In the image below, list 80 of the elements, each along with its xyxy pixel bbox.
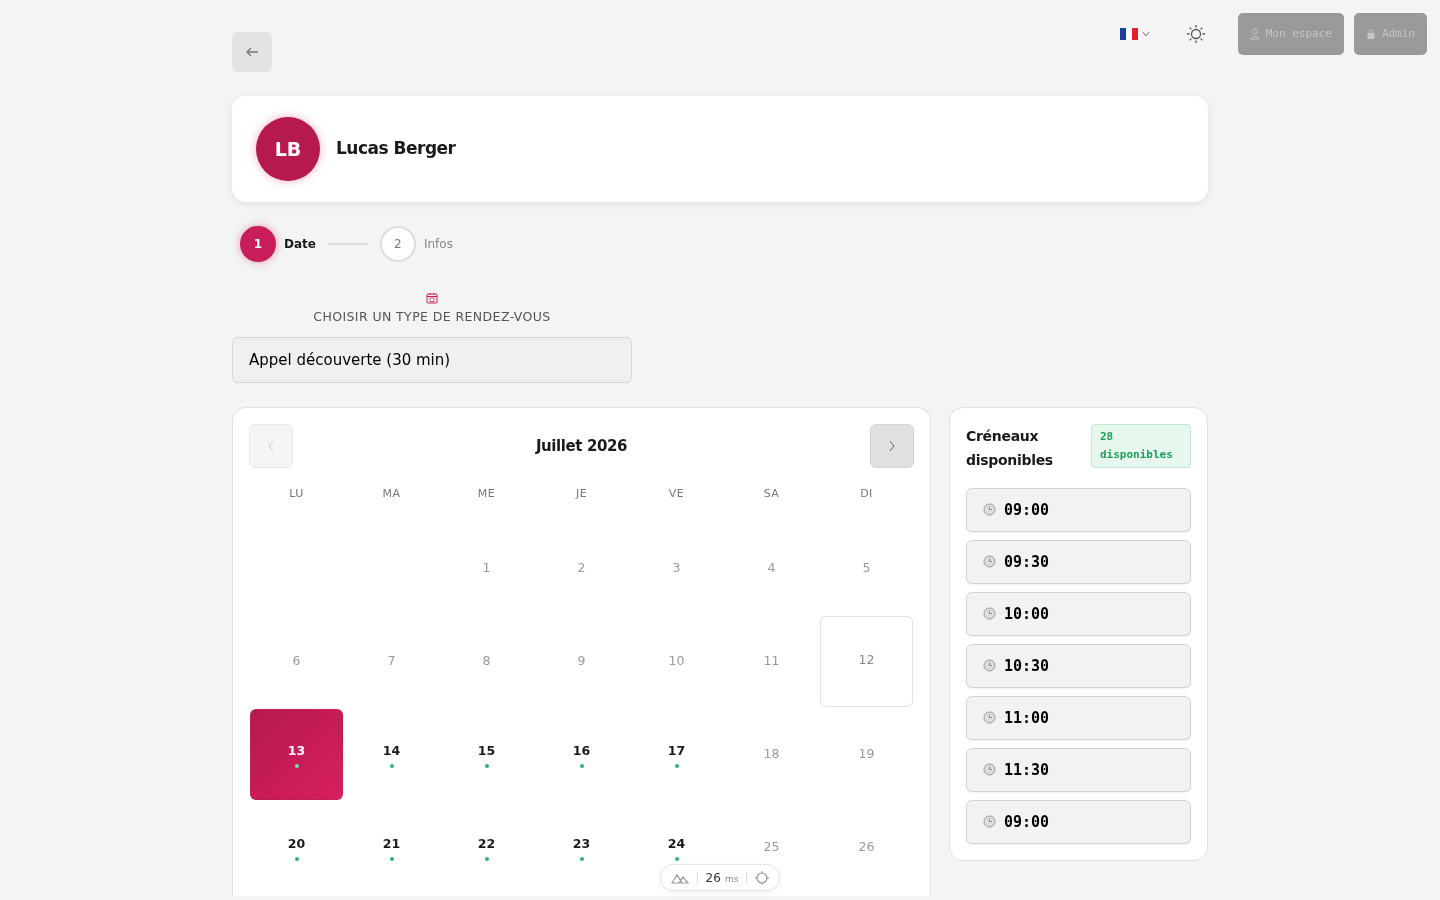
appointment-type-select[interactable]: Appel découverte (30 min): [232, 336, 632, 383]
availability-dot: [389, 763, 394, 768]
avatar: LB: [256, 117, 320, 181]
calendar-day[interactable]: 18: [725, 709, 818, 801]
clock-icon: [983, 555, 996, 569]
timing-value: 26: [705, 869, 721, 887]
step-label: Date: [284, 236, 316, 253]
chevron-right-icon: [888, 439, 896, 452]
clock-icon: [983, 711, 996, 725]
calendar-day[interactable]: 2: [535, 523, 628, 615]
user-icon: [1249, 28, 1260, 40]
calendar-day[interactable]: 9: [535, 616, 628, 708]
weekday-label: JE: [574, 485, 589, 502]
availability-dot: [579, 856, 584, 861]
profile-name: Lucas Berger: [336, 137, 456, 161]
calendar-day[interactable]: 26: [820, 802, 913, 894]
lock-icon: [1365, 28, 1376, 40]
time-slot-button[interactable]: 10:00: [966, 591, 1191, 636]
calendar-day[interactable]: 21: [345, 802, 438, 894]
step-number: 2: [379, 226, 416, 262]
flag-icon: [1119, 28, 1138, 40]
next-month-button[interactable]: [870, 423, 914, 468]
clock-icon: [983, 607, 996, 621]
calendar-day[interactable]: 22: [440, 802, 533, 894]
time-slot-button[interactable]: 10:30: [966, 643, 1191, 688]
calendar-day[interactable]: 11: [725, 616, 818, 708]
calendar-day[interactable]: 14: [345, 709, 438, 801]
time-slot-button[interactable]: 09:30: [966, 539, 1191, 584]
calendar-day[interactable]: 16: [535, 709, 628, 801]
step-label: Infos: [423, 236, 453, 253]
availability-dot: [579, 763, 584, 768]
calendar-day[interactable]: 1: [440, 523, 533, 615]
calendar-day[interactable]: 7: [345, 616, 438, 708]
sun-icon: [1185, 24, 1206, 44]
calendar-day[interactable]: 20: [250, 802, 343, 894]
calendar-day[interactable]: 17: [630, 709, 723, 801]
calendar-day[interactable]: 6: [250, 616, 343, 708]
calendar-day[interactable]: 8: [440, 616, 533, 708]
calendar-day[interactable]: 15: [440, 709, 533, 801]
time-slot-button[interactable]: 09:00: [966, 799, 1191, 844]
step-number: 1: [240, 226, 276, 262]
month-title: Juillet 2026: [535, 435, 628, 457]
availability-dot: [674, 763, 679, 768]
calendar-day[interactable]: 12: [820, 616, 913, 708]
availability-dot: [484, 856, 489, 861]
weekday-label: SA: [762, 485, 781, 502]
availability-dot: [484, 763, 489, 768]
clock-icon: [983, 659, 996, 673]
calendar-day[interactable]: 13: [250, 709, 343, 801]
time-slot-button[interactable]: 11:30: [966, 747, 1191, 792]
time-slot-button[interactable]: 11:00: [966, 695, 1191, 740]
weekday-label: MA: [381, 485, 402, 502]
availability-dot: [389, 856, 394, 861]
calendar-day[interactable]: 19: [820, 709, 913, 801]
weekday-label: LU: [288, 485, 305, 502]
calendar-icon: [426, 292, 438, 304]
panel-title: Créneaux disponibles: [966, 426, 1054, 470]
clock-icon: [983, 815, 996, 829]
weekday-label: VE: [667, 485, 686, 502]
calendar-day[interactable]: 5: [820, 523, 913, 615]
count-badge: 28 disponibles: [1091, 423, 1191, 468]
field-label: CHOISIR UN TYPE DE RENDEZ-VOUS: [312, 308, 552, 326]
chevron-left-icon: [267, 439, 275, 452]
chevron-down-icon: [1141, 31, 1150, 37]
weekday-label: ME: [476, 485, 497, 502]
clock-icon: [983, 763, 996, 777]
availability-dot: [674, 856, 679, 861]
calendar-day[interactable]: 10: [630, 616, 723, 708]
availability-dot: [294, 763, 299, 768]
weekday-label: DI: [859, 485, 874, 502]
calendar-day[interactable]: 23: [535, 802, 628, 894]
timing-unit: ms: [724, 872, 739, 886]
crosshair-icon: [755, 870, 770, 885]
clock-icon: [983, 503, 996, 517]
availability-dot: [294, 856, 299, 861]
calendar-day[interactable]: 3: [630, 523, 723, 615]
calendar-day[interactable]: 4: [725, 523, 818, 615]
time-slot-button[interactable]: 09:00: [966, 487, 1191, 532]
back-button[interactable]: [232, 32, 272, 72]
arrow-left-icon: [245, 46, 259, 58]
